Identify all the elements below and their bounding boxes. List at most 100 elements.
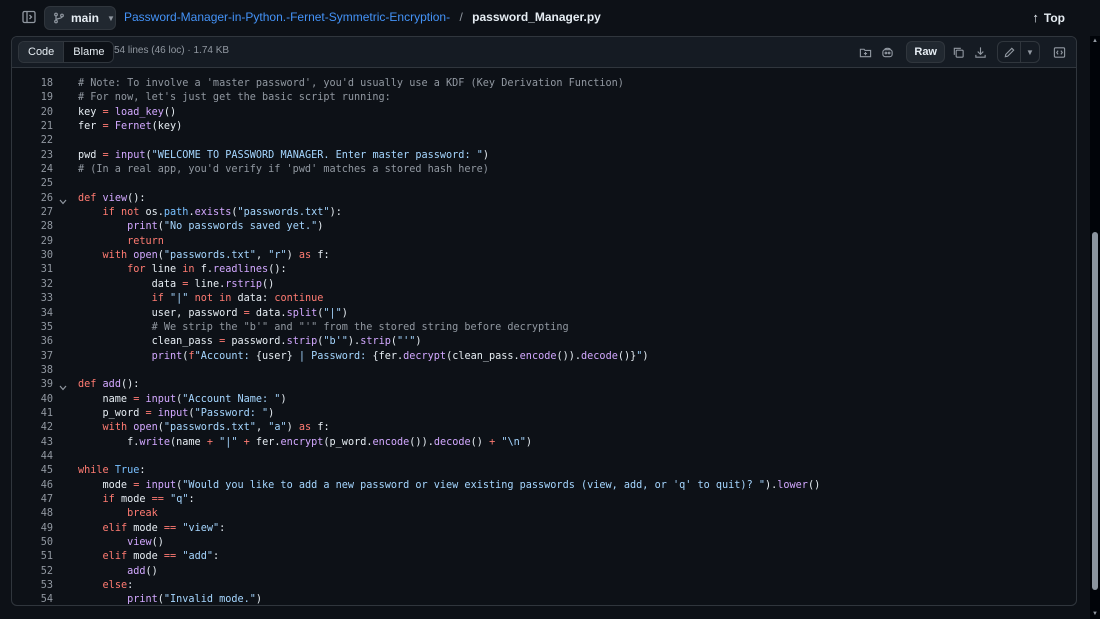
line-number[interactable]: 28 (12, 220, 53, 234)
fold-chevron-icon[interactable] (59, 196, 67, 205)
line-number[interactable]: 31 (12, 263, 53, 277)
code-token: # (In a real app, you'd verify if 'pwd' … (78, 164, 489, 176)
line-number[interactable]: 50 (12, 536, 53, 550)
code-text: if not os.path.exists("passwords.txt"): (78, 206, 342, 220)
sidebar-toggle-icon[interactable] (21, 9, 37, 25)
file-viewer: Code Blame 54 lines (46 loc) · 1.74 KB R… (11, 36, 1077, 606)
line-number[interactable]: 39 (12, 378, 53, 392)
code-line: 45 while True: (12, 464, 1076, 478)
code-token: "passwords.txt" (237, 207, 330, 219)
code-token: for (127, 264, 146, 276)
fold-chevron-icon[interactable] (59, 382, 67, 391)
view-mode-toggle: Code Blame (18, 41, 115, 63)
line-number[interactable]: 29 (12, 235, 53, 249)
code-token: (name (170, 436, 207, 448)
code-token: ) (286, 422, 299, 434)
line-number[interactable]: 20 (12, 106, 53, 120)
code-text: data = line.rstrip() (78, 278, 275, 292)
line-number[interactable]: 54 (12, 593, 53, 605)
chevron-down-icon[interactable]: ▼ (1020, 42, 1039, 62)
line-number[interactable]: 43 (12, 436, 53, 450)
line-number[interactable]: 34 (12, 307, 53, 321)
code-token: def (78, 192, 97, 204)
code-line: 46 mode = input("Would you like to add a… (12, 479, 1076, 493)
code-token: input (114, 149, 146, 161)
line-number[interactable]: 41 (12, 407, 53, 421)
code-text: elif mode == "view": (78, 522, 226, 536)
line-number[interactable]: 23 (12, 149, 53, 163)
code-line: 44 (12, 450, 1076, 464)
line-number[interactable]: 24 (12, 163, 53, 177)
code-text: add() (78, 565, 158, 579)
code-token: input (145, 393, 177, 405)
scroll-up-icon[interactable]: ▲ (1092, 38, 1098, 44)
line-number[interactable]: 33 (12, 292, 53, 306)
code-token: strip (360, 336, 391, 348)
line-number[interactable]: 42 (12, 421, 53, 435)
line-number[interactable]: 32 (12, 278, 53, 292)
line-number[interactable]: 37 (12, 350, 53, 364)
page-scrollbar[interactable]: ▲ ▼ (1090, 36, 1100, 619)
line-number[interactable]: 48 (12, 507, 53, 521)
code-view[interactable]: 18 # Note: To involve a 'master password'… (12, 77, 1076, 606)
scrollbar-thumb[interactable] (1092, 232, 1098, 590)
line-number[interactable]: 38 (12, 364, 53, 378)
code-token: elif (102, 522, 128, 534)
line-number[interactable]: 36 (12, 335, 53, 349)
code-token: elif (102, 551, 128, 563)
line-number[interactable]: 53 (12, 579, 53, 593)
copilot-icon[interactable] (876, 41, 898, 63)
code-line: 27 if not os.path.exists("passwords.txt"… (12, 206, 1076, 220)
breadcrumb-repo-link[interactable]: Password-Manager-in-Python.-Fernet-Symme… (124, 10, 450, 24)
code-line: 52 add() (12, 565, 1076, 579)
line-number[interactable]: 40 (12, 393, 53, 407)
branch-name: main (71, 11, 100, 25)
code-token: "add" (182, 551, 213, 563)
line-number[interactable]: 47 (12, 493, 53, 507)
code-token: ) (268, 407, 275, 419)
line-number[interactable]: 18 (12, 77, 53, 91)
line-number[interactable]: 30 (12, 249, 53, 263)
code-line: 38 (12, 364, 1076, 378)
line-number[interactable]: 25 (12, 177, 53, 191)
top-label: Top (1043, 10, 1065, 25)
line-number[interactable]: 27 (12, 206, 53, 220)
code-token: break (127, 508, 158, 520)
code-token: , (255, 250, 269, 262)
pencil-icon[interactable] (998, 42, 1020, 62)
code-token: def (78, 379, 97, 391)
code-token: : (213, 551, 220, 563)
top-button[interactable]: ↑ Top (1032, 10, 1065, 25)
code-token: ) (255, 594, 263, 606)
line-number[interactable]: 49 (12, 522, 53, 536)
copy-icon[interactable] (947, 41, 969, 63)
line-number[interactable]: 19 (12, 91, 53, 105)
line-number[interactable]: 46 (12, 479, 53, 493)
line-number[interactable]: 35 (12, 321, 53, 335)
line-number[interactable]: 52 (12, 565, 53, 579)
branch-selector-button[interactable]: main ▼ (44, 6, 116, 30)
download-icon[interactable] (969, 41, 991, 63)
code-text: p_word = input("Password: ") (78, 407, 275, 421)
line-number[interactable]: 22 (12, 134, 53, 148)
tab-code[interactable]: Code (19, 42, 64, 62)
code-token: password. (225, 336, 287, 348)
code-line: 30 with open("passwords.txt", "r") as f: (12, 249, 1076, 263)
line-number[interactable]: 26 (12, 192, 53, 206)
outline-panel-icon[interactable] (1048, 41, 1070, 63)
line-number[interactable]: 51 (12, 550, 53, 564)
line-number[interactable]: 45 (12, 464, 53, 478)
code-text: if mode == "q": (78, 493, 195, 507)
scroll-down-icon[interactable]: ▼ (1092, 611, 1098, 617)
line-number[interactable]: 21 (12, 120, 53, 134)
symbols-panel-icon[interactable] (854, 41, 876, 63)
code-token: split (286, 307, 318, 319)
code-text: break (78, 507, 158, 521)
line-number[interactable]: 44 (12, 450, 53, 464)
tab-blame[interactable]: Blame (63, 42, 114, 62)
code-token: ) (482, 149, 489, 161)
raw-button[interactable]: Raw (906, 41, 945, 63)
